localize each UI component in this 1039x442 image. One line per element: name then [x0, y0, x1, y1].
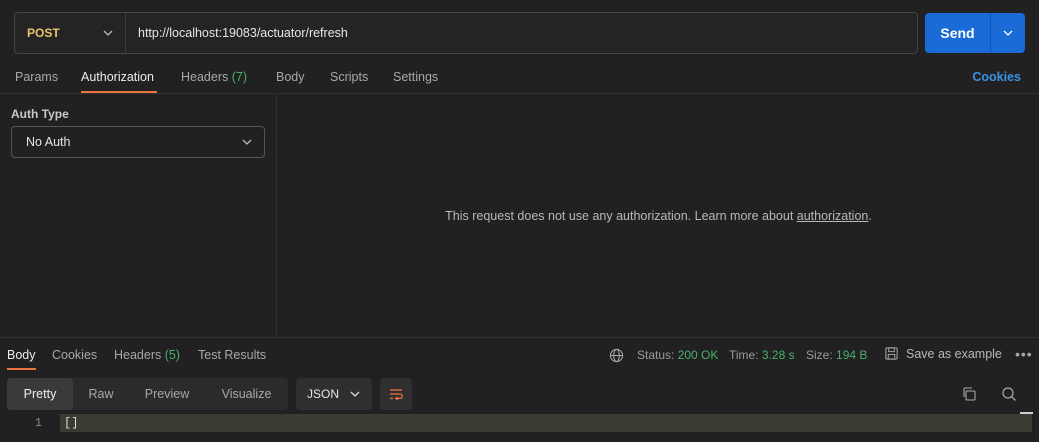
- time-label: Time:: [729, 348, 759, 362]
- tab-body[interactable]: Body: [276, 70, 305, 84]
- search-icon: [1002, 387, 1016, 401]
- chevron-down-icon: [242, 139, 252, 145]
- format-value: JSON: [307, 387, 340, 401]
- request-bar: POST: [14, 12, 918, 54]
- tab-settings[interactable]: Settings: [393, 70, 438, 84]
- auth-type-panel: Auth Type No Auth: [0, 95, 277, 337]
- size-readout[interactable]: Size: 194 B: [806, 348, 867, 362]
- response-header: Body Cookies Headers (5) Test Results St…: [0, 337, 1039, 370]
- save-as-example-button[interactable]: Save as example: [884, 346, 1002, 361]
- code-content[interactable]: []: [64, 416, 78, 430]
- chevron-down-icon: [103, 30, 113, 36]
- auth-type-value: No Auth: [26, 135, 71, 149]
- method-select[interactable]: POST: [15, 13, 126, 53]
- save-as-example-label: Save as example: [906, 346, 1002, 361]
- view-tab-raw[interactable]: Raw: [73, 378, 129, 410]
- send-button-group: Send: [925, 13, 1025, 53]
- send-options-button[interactable]: [991, 13, 1025, 53]
- search-button[interactable]: [998, 383, 1020, 405]
- view-tab-pretty[interactable]: Pretty: [7, 378, 73, 410]
- response-tab-body[interactable]: Body: [7, 348, 36, 362]
- auth-type-select[interactable]: No Auth: [11, 126, 265, 158]
- authorization-docs-link[interactable]: authorization: [797, 209, 869, 223]
- chevron-down-icon: [350, 391, 360, 397]
- line-number: 1: [34, 416, 42, 430]
- wrap-lines-button[interactable]: [380, 378, 412, 410]
- response-tab-test-results[interactable]: Test Results: [198, 348, 266, 362]
- time-readout[interactable]: Time: 3.28 s: [729, 348, 795, 362]
- response-tab-cookies[interactable]: Cookies: [52, 348, 97, 362]
- tab-headers-label: Headers: [181, 70, 229, 84]
- wrap-lines-icon: [390, 389, 403, 401]
- method-label: POST: [27, 26, 60, 40]
- status-label: Status:: [637, 348, 675, 362]
- format-select[interactable]: JSON: [296, 378, 372, 410]
- auth-message-end: .: [868, 209, 872, 223]
- response-tab-headers-label: Headers: [114, 348, 162, 362]
- copy-icon: [963, 387, 976, 401]
- time-value: 3.28 s: [761, 348, 795, 362]
- tab-params[interactable]: Params: [15, 70, 58, 84]
- more-icon[interactable]: •••: [1015, 346, 1033, 362]
- headers-count-badge: (7): [231, 70, 248, 84]
- request-tabs: Params Authorization Headers (7) Body Sc…: [0, 62, 1039, 94]
- globe-icon[interactable]: [609, 348, 624, 363]
- active-line-highlight: [60, 414, 1032, 432]
- tab-authorization[interactable]: Authorization: [81, 70, 154, 84]
- size-label: Size:: [806, 348, 833, 362]
- tab-scripts[interactable]: Scripts: [330, 70, 368, 84]
- send-button[interactable]: Send: [925, 13, 991, 53]
- view-tab-preview[interactable]: Preview: [129, 378, 205, 410]
- auth-message-text: This request does not use any authorizat…: [445, 209, 797, 223]
- chevron-down-icon: [1003, 30, 1013, 36]
- size-value: 194 B: [836, 348, 868, 362]
- response-view-tabs: Pretty Raw Preview Visualize: [7, 378, 288, 410]
- view-tab-visualize[interactable]: Visualize: [205, 378, 288, 410]
- active-tab-indicator: [81, 91, 157, 93]
- response-headers-count-badge: (5): [164, 348, 181, 362]
- copy-button[interactable]: [958, 383, 980, 405]
- status-readout[interactable]: Status: 200 OK: [637, 348, 718, 362]
- cookies-link[interactable]: Cookies: [972, 70, 1021, 84]
- active-response-tab-indicator: [7, 368, 36, 370]
- status-value: 200 OK: [677, 348, 719, 362]
- response-tab-headers[interactable]: Headers (5): [114, 348, 180, 362]
- auth-message: This request does not use any authorizat…: [278, 95, 1039, 337]
- auth-type-label: Auth Type: [11, 107, 69, 121]
- url-input[interactable]: [126, 13, 917, 53]
- save-icon: [885, 347, 898, 360]
- tab-headers[interactable]: Headers (7): [181, 70, 247, 84]
- code-line: 1 []: [0, 414, 1032, 432]
